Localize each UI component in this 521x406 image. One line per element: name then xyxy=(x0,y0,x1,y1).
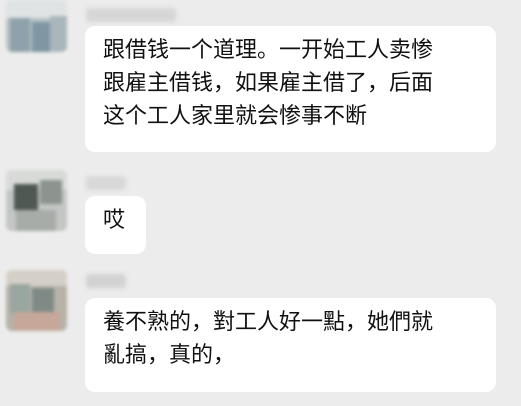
message-bubble[interactable]: 跟借钱一个道理。一开始工人卖惨 跟雇主借钱，如果雇主借了，后面 这个工人家里就会… xyxy=(85,26,496,152)
chat-message: 哎 xyxy=(0,160,521,260)
message-text: 哎 xyxy=(103,208,126,233)
avatar[interactable] xyxy=(6,270,67,331)
avatar[interactable] xyxy=(6,170,67,231)
message-text: 養不熟的，對工人好一點，她們就 xyxy=(103,310,434,335)
chat-message: 養不熟的，對工人好一點，她們就 亂搞，真的， xyxy=(0,262,521,406)
sender-name xyxy=(86,274,126,288)
sender-name xyxy=(86,8,176,22)
message-bubble[interactable]: 養不熟的，對工人好一點，她們就 亂搞，真的， xyxy=(85,298,496,392)
message-text: 亂搞，真的， xyxy=(103,343,236,368)
chat-message: 跟借钱一个道理。一开始工人卖惨 跟雇主借钱，如果雇主借了，后面 这个工人家里就会… xyxy=(0,0,521,160)
sender-name xyxy=(86,176,126,190)
message-bubble[interactable]: 哎 xyxy=(85,196,146,254)
message-text: 跟借钱一个道理。一开始工人卖惨 xyxy=(103,38,434,63)
avatar[interactable] xyxy=(6,0,67,52)
message-text: 这个工人家里就会惨事不断 xyxy=(103,104,368,129)
message-text: 跟雇主借钱，如果雇主借了，后面 xyxy=(103,71,434,96)
